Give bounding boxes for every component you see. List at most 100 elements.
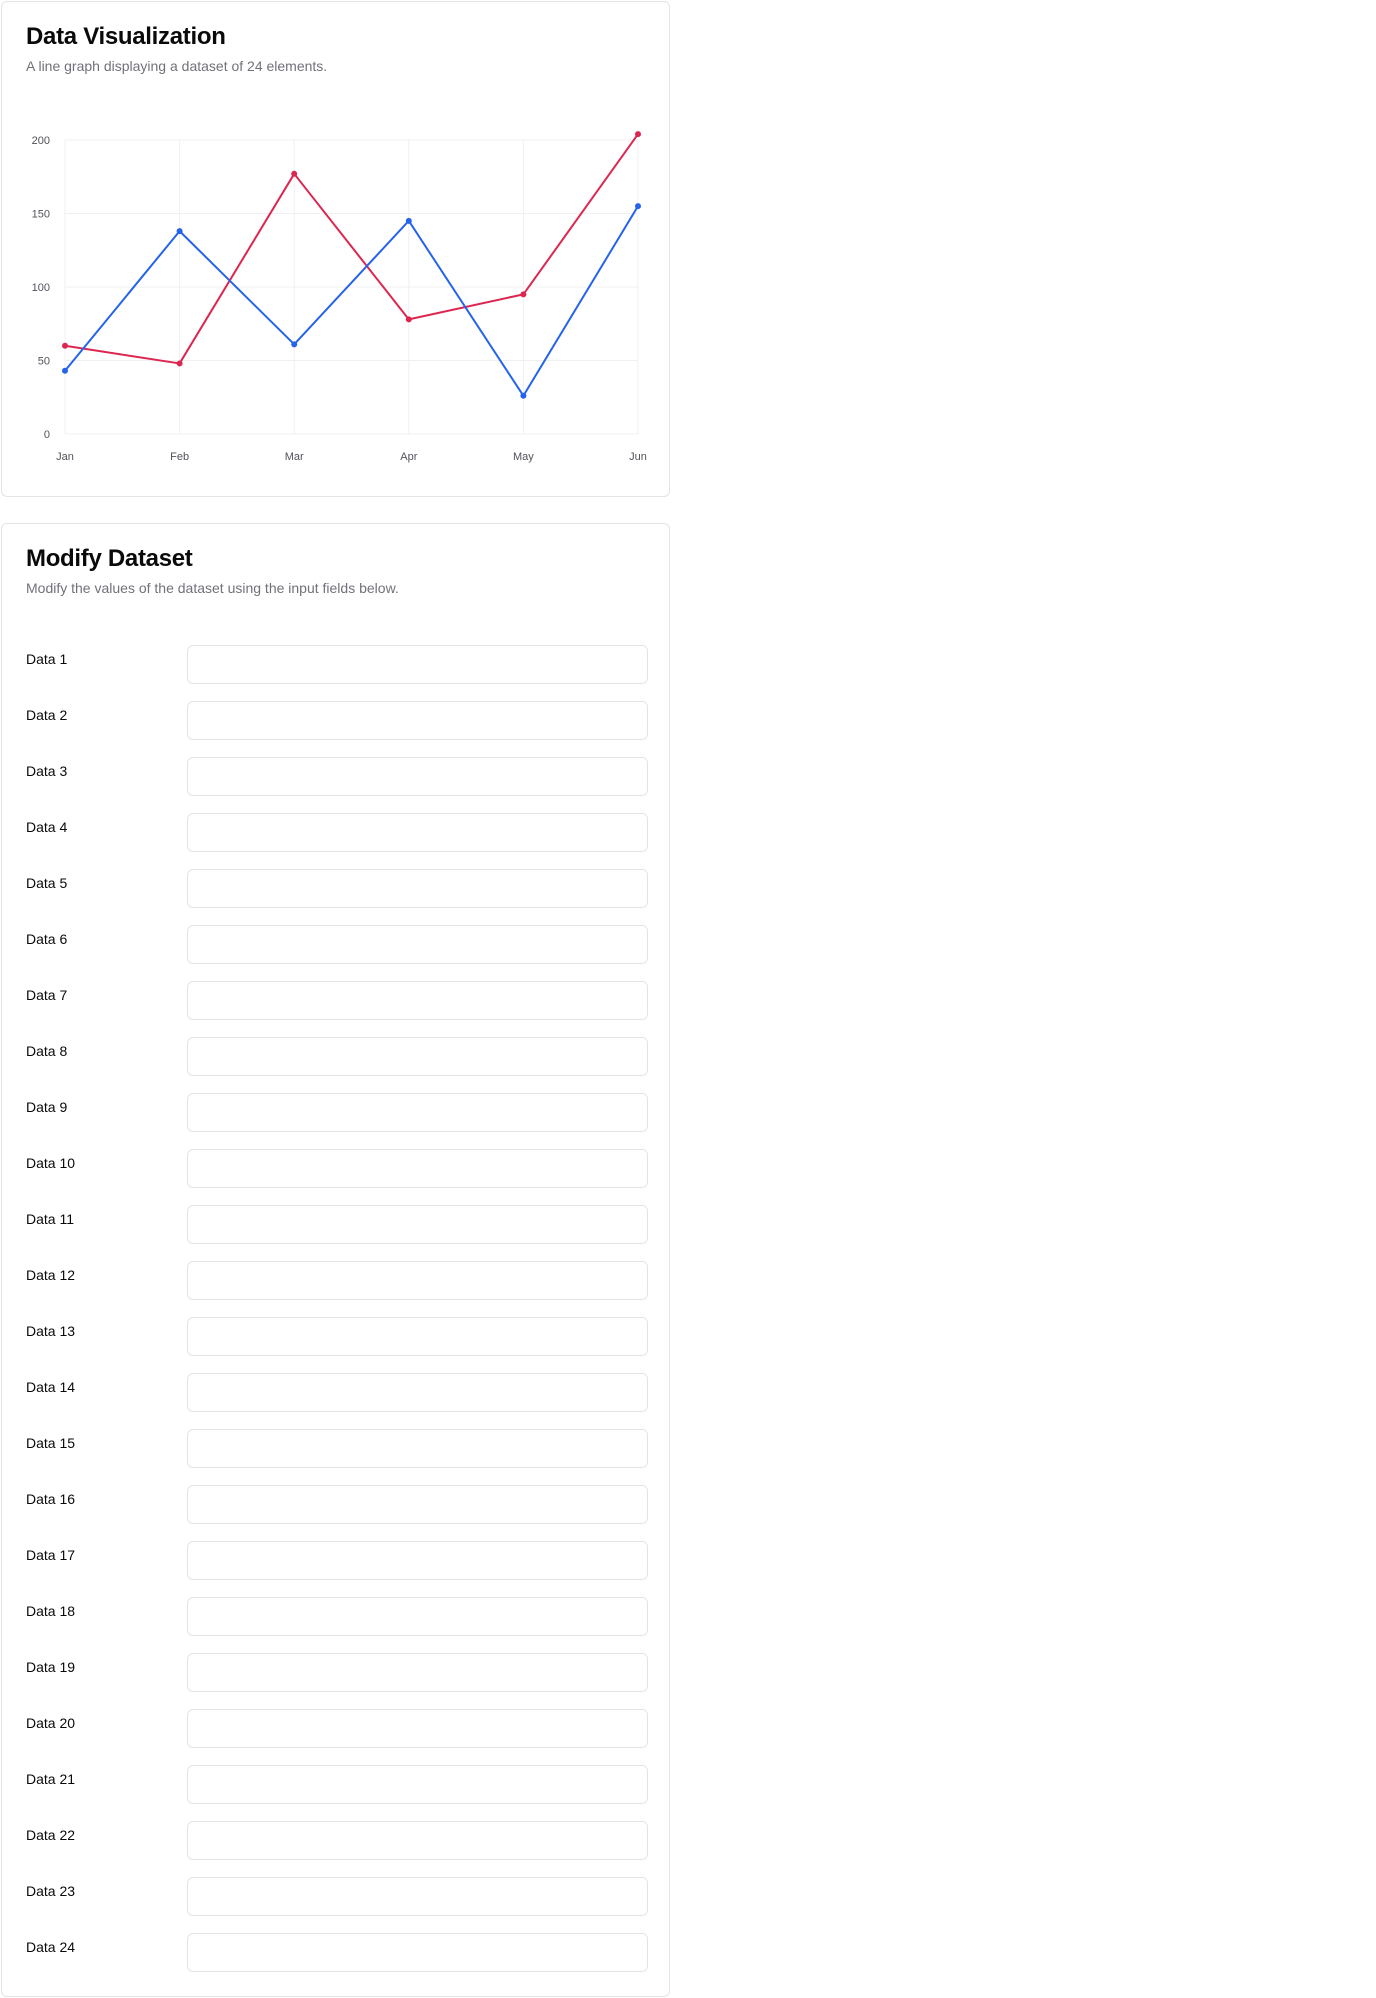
- field-row: Data 18: [26, 1597, 648, 1637]
- series-2-point: [635, 203, 641, 210]
- field-row: Data 23: [26, 1877, 648, 1917]
- field-label: Data 3: [26, 763, 68, 779]
- field-label: Data 22: [26, 1827, 76, 1843]
- data-input-field[interactable]: [187, 1821, 648, 1860]
- field-row: Data 24: [26, 1933, 648, 1973]
- field-label: Data 21: [26, 1771, 76, 1787]
- field-label: Data 16: [26, 1491, 76, 1507]
- field-label: Data 10: [26, 1155, 76, 1171]
- data-input-field[interactable]: [187, 1485, 648, 1524]
- data-input-field[interactable]: [187, 1597, 648, 1636]
- field-row: Data 16: [26, 1485, 648, 1525]
- field-row: Data 14: [26, 1373, 648, 1413]
- series-1-point: [62, 342, 68, 349]
- field-row: Data 10: [26, 1149, 648, 1189]
- data-input-field[interactable]: [187, 1037, 648, 1076]
- field-label: Data 1: [26, 651, 68, 667]
- data-input-field[interactable]: [187, 1093, 648, 1132]
- series-1-point: [176, 360, 183, 367]
- x-tick-label: Apr: [400, 451, 417, 463]
- field-row: Data 19: [26, 1653, 648, 1693]
- data-input-field[interactable]: [187, 925, 648, 964]
- x-tick-label: Jun: [629, 451, 647, 463]
- series-2-point: [291, 341, 298, 348]
- series-1-point: [405, 316, 412, 323]
- field-row: Data 15: [26, 1429, 648, 1469]
- field-row: Data 20: [26, 1709, 648, 1749]
- field-label: Data 17: [26, 1547, 76, 1563]
- field-label: Data 24: [26, 1939, 76, 1955]
- field-label: Data 6: [26, 931, 68, 947]
- field-label: Data 8: [26, 1043, 68, 1059]
- data-input-field[interactable]: [187, 1653, 648, 1692]
- field-label: Data 14: [26, 1379, 76, 1395]
- field-label: Data 5: [26, 875, 68, 891]
- x-tick-label: Feb: [170, 451, 189, 463]
- chart-card: Data Visualization A line graph displayi…: [1, 1, 670, 497]
- field-row: Data 6: [26, 925, 648, 965]
- field-row: Data 22: [26, 1821, 648, 1861]
- x-tick-label: Jan: [56, 451, 74, 463]
- field-row: Data 21: [26, 1765, 648, 1805]
- data-input-field[interactable]: [187, 1765, 648, 1804]
- field-row: Data 5: [26, 869, 648, 909]
- field-label: Data 7: [26, 987, 68, 1003]
- field-label: Data 13: [26, 1323, 76, 1339]
- data-input-field[interactable]: [187, 1877, 648, 1916]
- data-input-field[interactable]: [187, 1261, 648, 1300]
- y-tick-label: 50: [38, 356, 50, 368]
- field-label: Data 23: [26, 1883, 76, 1899]
- data-input-field[interactable]: [187, 981, 648, 1020]
- field-label: Data 12: [26, 1267, 76, 1283]
- series-2-point: [405, 217, 412, 224]
- series-1-point: [635, 131, 641, 138]
- field-row: Data 12: [26, 1261, 648, 1301]
- field-row: Data 1: [26, 645, 648, 685]
- series-2-point: [62, 367, 68, 374]
- data-input-field[interactable]: [187, 1373, 648, 1412]
- field-label: Data 18: [26, 1603, 76, 1619]
- y-tick-label: 0: [44, 429, 50, 441]
- data-input-field[interactable]: [187, 1149, 648, 1188]
- data-input-field[interactable]: [187, 645, 648, 684]
- data-input-field[interactable]: [187, 1541, 648, 1580]
- field-label: Data 4: [26, 819, 68, 835]
- field-row: Data 8: [26, 1037, 648, 1077]
- field-label: Data 20: [26, 1715, 76, 1731]
- data-input-field[interactable]: [187, 701, 648, 740]
- series-2-point: [520, 392, 527, 399]
- field-label: Data 9: [26, 1099, 68, 1115]
- y-tick-label: 200: [32, 135, 50, 147]
- x-tick-label: May: [513, 451, 534, 463]
- field-label: Data 15: [26, 1435, 76, 1451]
- field-label: Data 11: [26, 1211, 74, 1227]
- field-label: Data 19: [26, 1659, 76, 1675]
- form-title: Modify Dataset: [26, 545, 193, 572]
- field-row: Data 11: [26, 1205, 648, 1245]
- data-input-field[interactable]: [187, 1709, 648, 1748]
- field-row: Data 9: [26, 1093, 648, 1133]
- series-2-line: [64, 205, 639, 397]
- y-tick-label: 150: [32, 209, 50, 221]
- series-2-point: [176, 228, 183, 235]
- field-row: Data 7: [26, 981, 648, 1021]
- field-row: Data 13: [26, 1317, 648, 1357]
- data-input-field[interactable]: [187, 1429, 648, 1468]
- field-label: Data 2: [26, 707, 68, 723]
- data-input-field[interactable]: [187, 1317, 648, 1356]
- data-input-field[interactable]: [187, 1933, 648, 1972]
- series-1-point: [291, 170, 298, 177]
- modify-dataset-card: Modify Dataset Modify the values of the …: [1, 523, 670, 1997]
- form-description: Modify the values of the dataset using t…: [26, 580, 399, 596]
- data-input-field[interactable]: [187, 869, 648, 908]
- x-tick-label: Mar: [285, 451, 304, 463]
- series-1-line: [64, 133, 639, 365]
- data-input-field[interactable]: [187, 757, 648, 796]
- data-input-field[interactable]: [187, 813, 648, 852]
- field-row: Data 4: [26, 813, 648, 853]
- series-1-point: [520, 291, 527, 298]
- y-tick-label: 100: [32, 282, 50, 294]
- data-input-field[interactable]: [187, 1205, 648, 1244]
- line-chart: 0 50 100 150 200 Jan Feb Mar Apr May Jun: [32, 131, 647, 463]
- field-row: Data 3: [26, 757, 648, 797]
